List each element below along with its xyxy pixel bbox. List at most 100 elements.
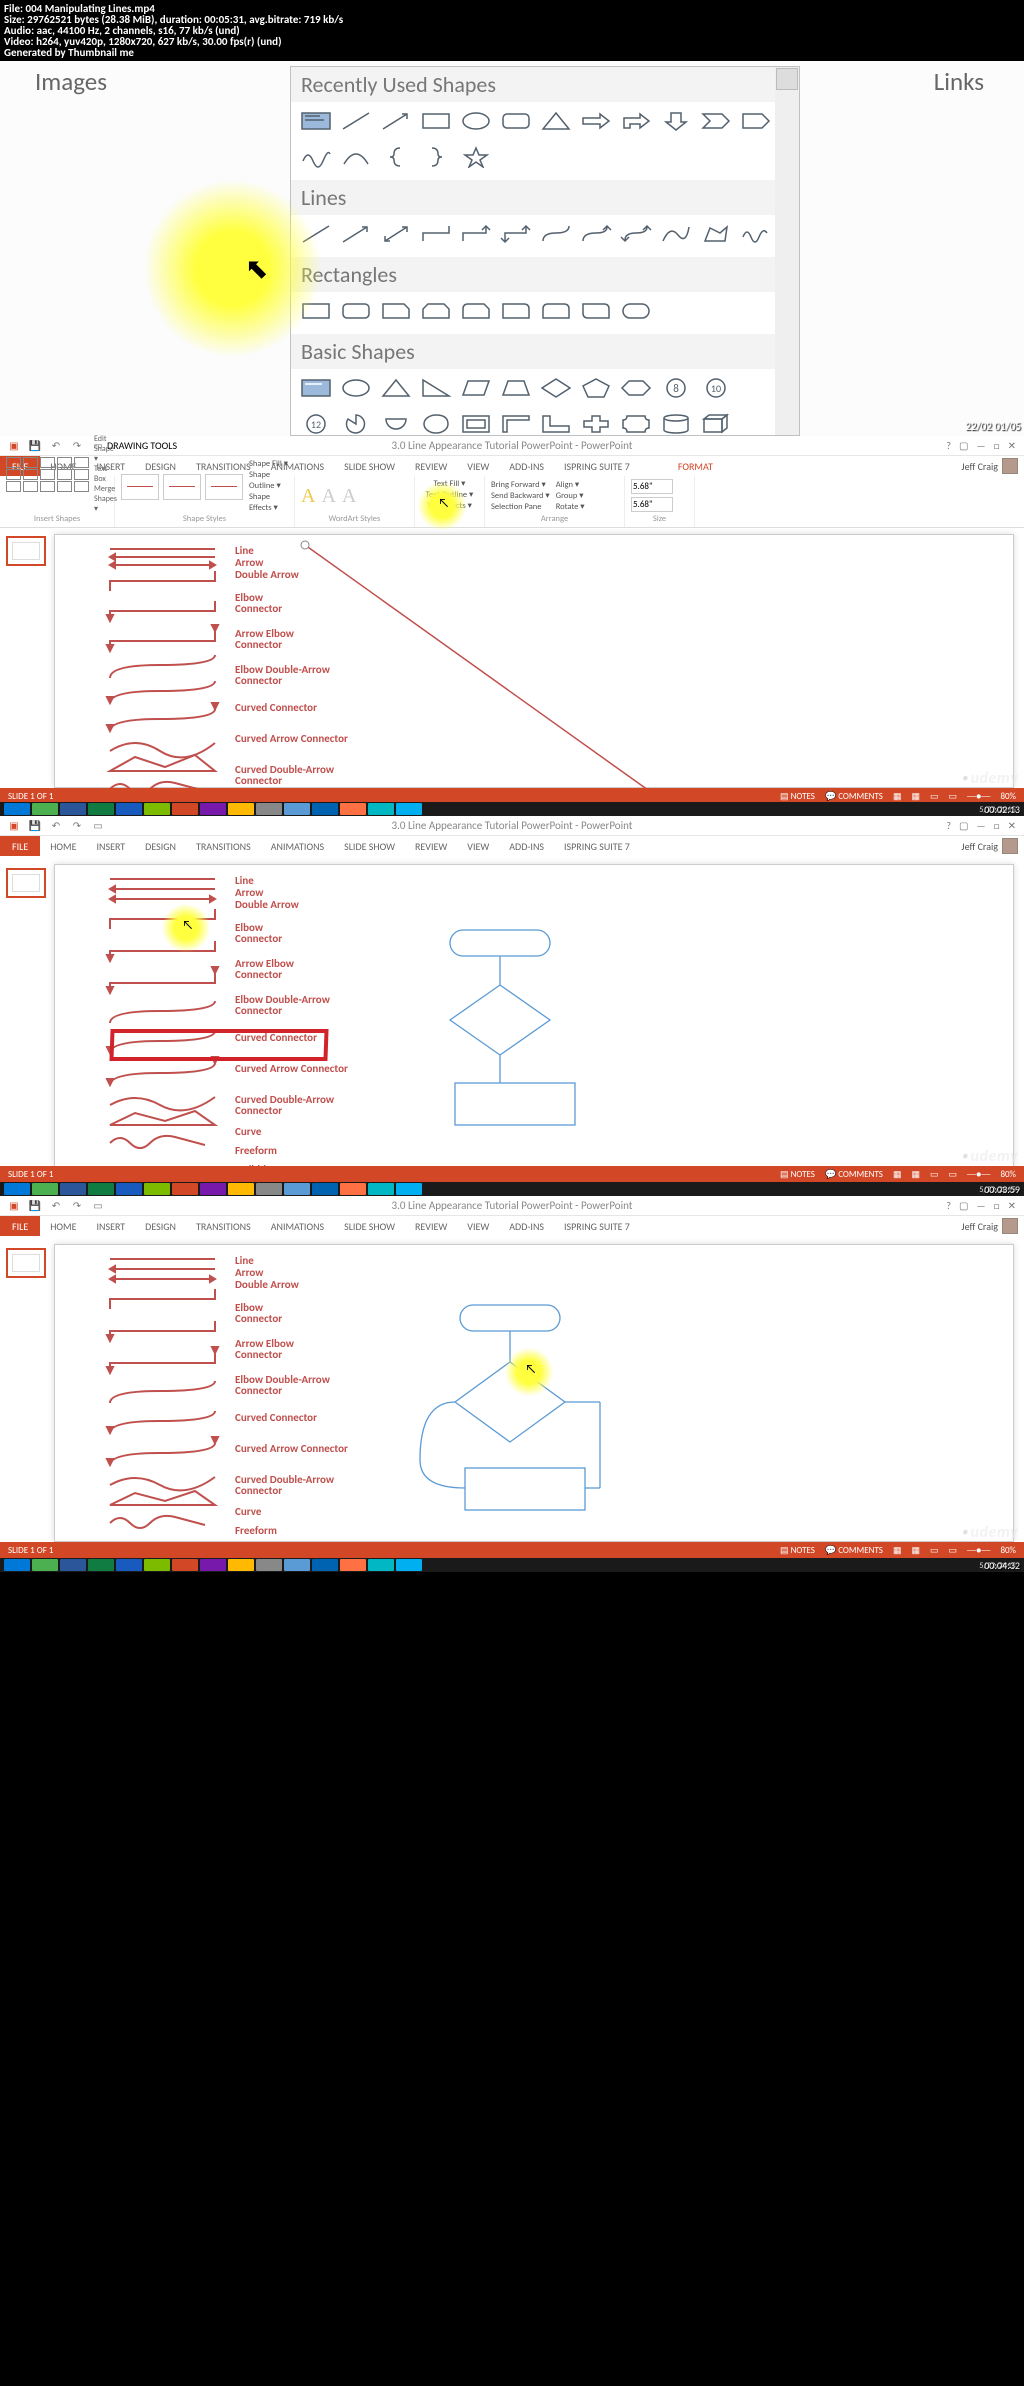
slide-thumb-1[interactable] (6, 536, 46, 566)
view-reading-icon[interactable]: ▭ (930, 1169, 939, 1180)
height-input[interactable] (631, 479, 673, 494)
view-sorter-icon[interactable]: ▦ (911, 1169, 920, 1180)
maximize-icon[interactable]: □ (994, 819, 1000, 832)
tab-ispring[interactable]: ISPRING SUITE 7 (554, 1220, 640, 1233)
edit-shape-btn[interactable]: Edit Shape ▾ (94, 434, 117, 464)
taskbar-app-9[interactable] (256, 1559, 282, 1571)
slide-thumb-pane[interactable] (4, 864, 50, 902)
taskbar-app-4[interactable] (116, 1183, 142, 1195)
taskbar-app-13[interactable] (368, 803, 394, 815)
maximize-icon[interactable]: □ (994, 439, 1000, 452)
align-btn[interactable]: Align ▾ (556, 480, 585, 491)
rect-snip2-icon[interactable] (417, 296, 455, 326)
taskbar-app-1[interactable] (32, 803, 58, 815)
left-brace-icon[interactable] (377, 142, 415, 172)
taskbar-app-12[interactable] (340, 1183, 366, 1195)
plaque-icon[interactable] (617, 409, 655, 436)
taskbar-app-4[interactable] (116, 1559, 142, 1571)
taskbar-app-8[interactable] (228, 1183, 254, 1195)
zoom-level[interactable]: 80% (1000, 1545, 1016, 1556)
line-icon[interactable] (337, 106, 375, 136)
slide-canvas[interactable]: LineArrowDouble ArrowElbow ConnectorArro… (54, 534, 1014, 788)
taskbar-app-5[interactable] (144, 803, 170, 815)
save-icon[interactable]: 💾 (26, 818, 44, 834)
taskbar-app-12[interactable] (340, 1559, 366, 1571)
selection-pane-btn[interactable]: Selection Pane (491, 502, 550, 513)
taskbar-app-2[interactable] (60, 1559, 86, 1571)
rounded-rect-icon[interactable] (497, 106, 535, 136)
taskbar-app-11[interactable] (312, 1183, 338, 1195)
scroll-up-button[interactable] (776, 68, 798, 90)
tab-animations[interactable]: ANIMATIONS (261, 1220, 334, 1233)
tab-design[interactable]: DESIGN (135, 840, 186, 853)
undo-icon[interactable]: ↶ (47, 1198, 65, 1214)
taskbar-app-10[interactable] (284, 1559, 310, 1571)
slide-thumb-pane[interactable] (4, 1244, 50, 1282)
width-input[interactable] (631, 497, 673, 512)
can-icon[interactable] (657, 409, 695, 436)
taskbar-app-3[interactable] (88, 1183, 114, 1195)
view-normal-icon[interactable]: ▦ (893, 1169, 902, 1180)
taskbar-app-10[interactable] (284, 1183, 310, 1195)
taskbar-app-13[interactable] (368, 1559, 394, 1571)
tab-transitions[interactable]: TRANSITIONS (186, 840, 261, 853)
taskbar-app-0[interactable] (4, 1183, 30, 1195)
gallery-scrollbar[interactable] (775, 67, 799, 435)
tab-ispring[interactable]: ISPRING SUITE 7 (554, 460, 640, 473)
triangle-icon[interactable] (537, 106, 575, 136)
shapes-gallery-dropdown[interactable]: Recently Used Shapes Lines (290, 66, 800, 436)
ellipse-icon[interactable] (337, 373, 375, 403)
slideshow-icon[interactable]: ▭ (89, 818, 107, 834)
group-btn[interactable]: Group ▾ (556, 491, 585, 502)
taskbar-app-0[interactable] (4, 1559, 30, 1571)
taskbar-app-3[interactable] (88, 1559, 114, 1571)
taskbar-app-14[interactable] (396, 1183, 422, 1195)
comments-btn[interactable]: 💬 COMMENTS (825, 1545, 883, 1556)
octagon-icon[interactable]: 10 (697, 373, 735, 403)
elbow-double-arrow-icon[interactable] (497, 219, 535, 249)
view-normal-icon[interactable]: ▦ (893, 1545, 902, 1556)
right-arrow-icon[interactable] (577, 106, 615, 136)
taskbar-app-14[interactable] (396, 803, 422, 815)
tab-file[interactable]: FILE (0, 836, 40, 856)
ribbon-opts-icon[interactable]: ▢ (959, 439, 968, 452)
tab-addins[interactable]: ADD-INS (499, 840, 554, 853)
close-icon[interactable]: ✕ (1008, 819, 1016, 832)
undo-icon[interactable]: ↶ (47, 818, 65, 834)
pentagon-arrow-icon[interactable] (737, 106, 775, 136)
chevron-icon[interactable] (697, 106, 735, 136)
notes-btn[interactable]: ▤ NOTES (780, 1169, 815, 1180)
shape-outline-btn[interactable]: Shape Outline ▾ (249, 470, 288, 492)
tab-review[interactable]: REVIEW (405, 1220, 457, 1233)
tab-slideshow[interactable]: SLIDE SHOW (334, 460, 405, 473)
tab-animations[interactable]: ANIMATIONS (261, 840, 334, 853)
windows-taskbar[interactable] (0, 1558, 1024, 1572)
minimize-icon[interactable]: — (977, 439, 986, 452)
view-slideshow-icon[interactable]: ▭ (948, 791, 957, 802)
line-double-arrow-icon[interactable] (377, 219, 415, 249)
windows-taskbar[interactable] (0, 1182, 1024, 1196)
close-icon[interactable]: ✕ (1008, 1199, 1016, 1212)
tab-addins[interactable]: ADD-INS (499, 1220, 554, 1233)
tab-review[interactable]: REVIEW (405, 460, 457, 473)
wordart-previews[interactable]: A A A (301, 485, 356, 508)
tab-view[interactable]: VIEW (457, 840, 499, 853)
view-slideshow-icon[interactable]: ▭ (948, 1545, 957, 1556)
textbox-icon[interactable] (297, 106, 335, 136)
help-icon[interactable]: ? (946, 1199, 951, 1212)
tab-format[interactable]: FORMAT (668, 460, 723, 473)
send-backward-btn[interactable]: Send Backward ▾ (491, 491, 550, 502)
cube-icon[interactable] (697, 409, 735, 436)
cross-icon[interactable] (577, 409, 615, 436)
line-arrow-icon[interactable] (337, 219, 375, 249)
pie-icon[interactable] (337, 409, 375, 436)
tab-review[interactable]: REVIEW (405, 840, 457, 853)
curve-icon[interactable] (657, 219, 695, 249)
elbow-arrow-icon[interactable] (457, 219, 495, 249)
view-normal-icon[interactable]: ▦ (893, 791, 902, 802)
taskbar-app-6[interactable] (172, 1183, 198, 1195)
taskbar-app-9[interactable] (256, 1183, 282, 1195)
merge-shapes-btn[interactable]: Merge Shapes ▾ (94, 484, 117, 514)
zoom-slider[interactable]: ──●── (967, 1545, 990, 1556)
close-icon[interactable]: ✕ (1008, 439, 1016, 452)
